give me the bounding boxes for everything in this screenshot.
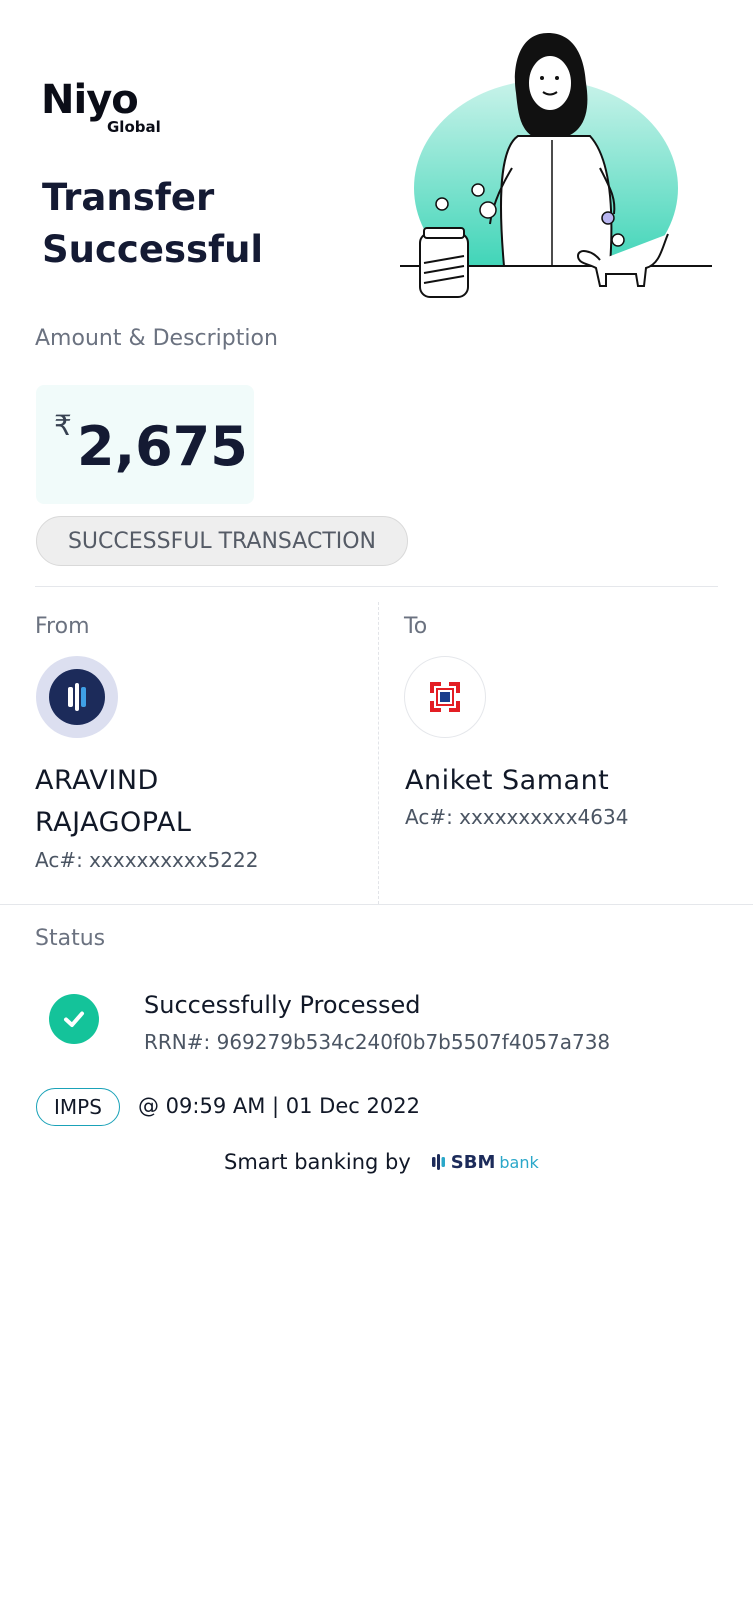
- bank-logo-icon: [49, 669, 105, 725]
- status-label: Status: [35, 926, 106, 951]
- to-name: Aniket Samant: [405, 765, 610, 796]
- column-divider: [378, 602, 379, 904]
- from-name: ARAVIND RAJAGOPAL: [35, 760, 191, 844]
- rrn-number: RRN#: 969279b534c240f0b7b5507f4057a738: [144, 1030, 611, 1054]
- to-account: Ac#: xxxxxxxxxx4634: [405, 805, 629, 829]
- sbm-logo-icon: [431, 1154, 445, 1170]
- from-name-line2: RAJAGOPAL: [35, 807, 192, 838]
- from-account: Ac#: xxxxxxxxxx5222: [35, 848, 259, 872]
- to-bank-avatar: [404, 656, 486, 738]
- check-circle-icon: [49, 994, 99, 1044]
- page-title-line1: Transfer: [42, 176, 215, 219]
- status-title: Successfully Processed: [144, 991, 421, 1019]
- brand-name: Niyo: [41, 77, 139, 123]
- amount-section-label: Amount & Description: [35, 326, 278, 351]
- footer: Smart banking by SBM bank: [224, 1150, 539, 1174]
- sbm-logo: SBM bank: [431, 1152, 539, 1173]
- divider: [35, 586, 718, 587]
- transaction-timestamp: @ 09:59 AM | 01 Dec 2022: [138, 1094, 420, 1118]
- brand-logo: Niyo Global: [41, 77, 161, 136]
- footer-text: Smart banking by: [224, 1150, 411, 1174]
- brand-sub: Global: [107, 118, 161, 136]
- currency-symbol: ₹: [54, 409, 72, 442]
- from-label: From: [35, 614, 90, 639]
- transfer-mode-badge: IMPS: [36, 1088, 120, 1126]
- amount-card: ₹ 2,675: [36, 385, 254, 504]
- to-label: To: [404, 614, 428, 639]
- hdfc-logo-icon: [430, 682, 460, 712]
- divider: [0, 904, 753, 905]
- transaction-status-badge: SUCCESSFUL TRANSACTION: [36, 516, 408, 566]
- sbm-suffix: bank: [499, 1152, 539, 1172]
- page-title-line2: Successful: [42, 228, 264, 271]
- success-illustration: [400, 33, 720, 308]
- from-bank-avatar: [36, 656, 118, 738]
- from-name-line1: ARAVIND: [35, 765, 159, 796]
- page-title: Transfer Successful: [42, 172, 263, 276]
- sbm-name: SBM: [450, 1151, 496, 1173]
- amount-value: 2,675: [77, 415, 248, 478]
